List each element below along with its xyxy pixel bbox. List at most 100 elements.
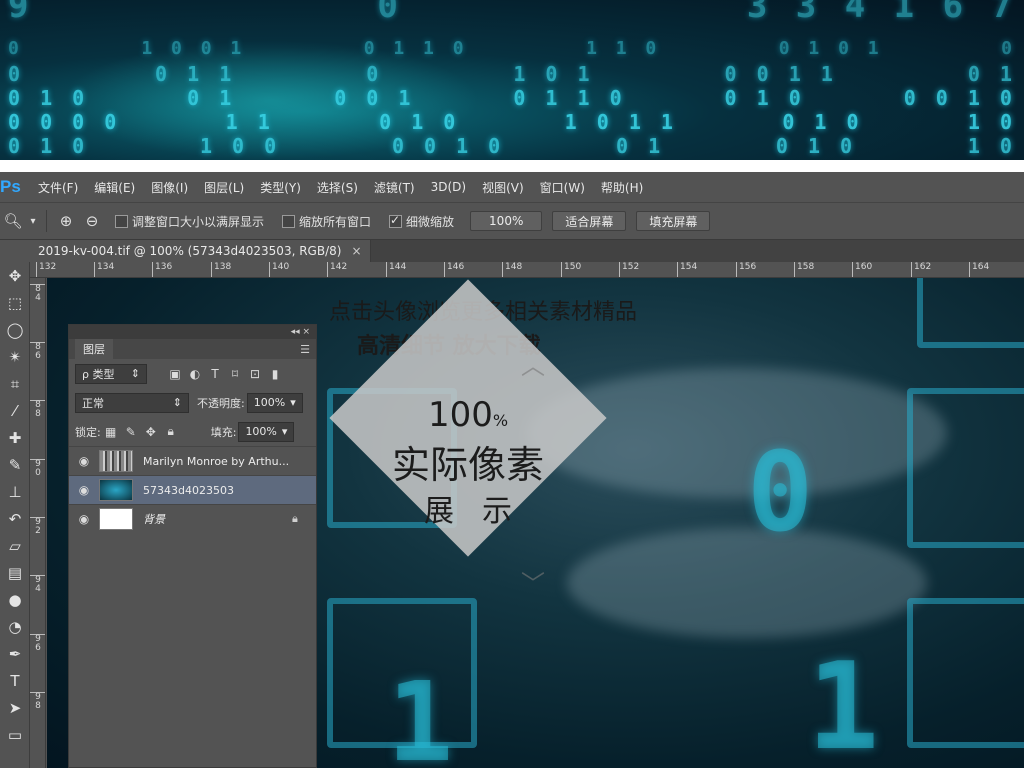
marquee-icon[interactable]: ⬚ (0, 289, 30, 316)
layer-name: 背景 (143, 513, 165, 526)
stamp-icon[interactable]: ⊥ (0, 478, 30, 505)
fit-screen-button[interactable]: 适合屏幕 (552, 211, 627, 231)
layer-filter-dropdown[interactable]: ρ 类型 ⇕ (75, 363, 147, 384)
healing-icon[interactable]: ✚ (0, 424, 30, 451)
chevron-down-icon: ▾ (290, 396, 296, 409)
menu-view[interactable]: 视图(V) (474, 179, 532, 196)
history-brush-icon[interactable]: ↶ (0, 505, 30, 532)
menu-layer[interactable]: 图层(L) (196, 179, 252, 196)
lock-position-icon[interactable]: ✥ (141, 425, 161, 439)
banner-digit: 0 1 1 0 (363, 38, 468, 59)
layer-filter-row: ρ 类型 ⇕ ▣ ◐ T ⌑ ⊡ ▮ (69, 359, 316, 388)
menu-filter[interactable]: 滤镜(T) (366, 179, 423, 196)
eraser-icon[interactable]: ▱ (0, 532, 30, 559)
ruler-tick: 8 6 (30, 342, 45, 361)
layers-panel: ◂◂ × 图层 ☰ ρ 类型 ⇕ ▣ ◐ T ⌑ ⊡ ▮ 正常 ⇕ 不透明度: … (68, 324, 317, 768)
eye-icon[interactable]: ◉ (69, 483, 99, 497)
lock-all-icon[interactable]: 🔒︎ (161, 424, 181, 439)
filter-toggle-icon[interactable]: ▮ (265, 367, 285, 381)
chevron-up-icon: ︿ (521, 352, 545, 380)
panel-controls[interactable]: ◂◂ × (69, 325, 316, 339)
layer-thumbnail (99, 479, 133, 501)
rectangle-icon[interactable]: ▭ (0, 721, 30, 748)
blend-mode-dropdown[interactable]: 正常 ⇕ (75, 392, 189, 413)
banner-digit: 0 1 1 0 (513, 86, 626, 110)
chevron-down-icon: ▾ (281, 425, 288, 438)
menu-select[interactable]: 选择(S) (309, 179, 366, 196)
eyedropper-icon[interactable]: ⁄ (0, 397, 30, 424)
smart-object-filter-icon[interactable]: ⊡ (245, 367, 265, 381)
ruler-tick: 134 (94, 262, 114, 277)
panel-menu-icon[interactable]: ☰ (300, 343, 310, 356)
layer-row-background[interactable]: ◉ 背景 🔒︎ (69, 504, 316, 533)
document-tab-title: 2019-kv-004.tif @ 100% (57343d4023503, R… (38, 244, 342, 258)
layer-name: Marilyn Monroe by Arthu... (143, 454, 290, 468)
panel-tab-bar: 图层 ☰ (69, 339, 316, 359)
gradient-icon[interactable]: ▤ (0, 559, 30, 586)
eye-icon[interactable]: ◉ (69, 512, 99, 526)
chevron-down-icon: ﹀ (521, 570, 545, 598)
pen-icon[interactable]: ✒ (0, 640, 30, 667)
banner-digit: 1 0 0 1 (141, 38, 246, 59)
tab-layers[interactable]: 图层 (75, 339, 113, 359)
ruler-tick: 164 (969, 262, 989, 277)
banner-digits-row: 0 1 0 0 1 0 1 1 0 1 1 0 0 1 0 1 0 (0, 38, 1024, 59)
type-filter-icon[interactable]: T (205, 367, 225, 381)
shape-filter-icon[interactable]: ⌑ (225, 367, 245, 381)
path-select-icon[interactable]: ➤ (0, 694, 30, 721)
banner-digit: 3 3 4 1 6 7 (746, 0, 1016, 26)
crop-icon[interactable]: ⌗ (0, 370, 30, 397)
type-icon[interactable]: T (0, 667, 30, 694)
ruler-tick: 9 8 (30, 692, 45, 711)
ruler-tick: 136 (152, 262, 172, 277)
lock-paint-icon[interactable]: ✎ (121, 425, 141, 439)
menu-window[interactable]: 窗口(W) (532, 179, 593, 196)
blur-icon[interactable]: ● (0, 586, 30, 613)
close-icon[interactable]: × (351, 244, 361, 258)
ruler-tick: 9 4 (30, 575, 45, 594)
lock-transparency-icon[interactable]: ▦ (101, 425, 121, 439)
move-icon[interactable]: ✥ (0, 262, 30, 289)
eye-icon[interactable]: ◉ (69, 454, 99, 468)
banner-digit: 0 1 0 (379, 110, 460, 134)
document-tab[interactable]: 2019-kv-004.tif @ 100% (57343d4023503, R… (30, 240, 371, 262)
menu-help[interactable]: 帮助(H) (593, 179, 651, 196)
adjustment-filter-icon[interactable]: ◐ (185, 367, 205, 381)
menu-file[interactable]: 文件(F) (30, 179, 86, 196)
ruler-tick: 146 (444, 262, 464, 277)
banner-digits-row: 0 1 0 1 0 0 0 0 1 0 0 1 0 1 0 1 0 (0, 134, 1024, 158)
ruler-tick: 152 (619, 262, 639, 277)
canvas-digit: 1 (807, 638, 880, 768)
ruler-tick: 9 2 (30, 517, 45, 536)
actual-pixels-button[interactable]: 100% (470, 211, 543, 231)
resize-windows-checkbox[interactable] (115, 214, 128, 228)
zoom-all-windows-checkbox[interactable] (282, 214, 296, 228)
dodge-icon[interactable]: ◔ (0, 613, 30, 640)
banner-digit: 0 1 0 1 (778, 38, 883, 59)
fill-field[interactable]: 100% ▾ (238, 421, 295, 442)
layer-row[interactable]: ◉ Marilyn Monroe by Arthu... (69, 446, 316, 475)
opacity-field[interactable]: 100% ▾ (246, 392, 303, 413)
menu-type[interactable]: 类型(Y) (252, 179, 309, 196)
fill-value: 100% (245, 425, 277, 438)
banner-digit: 1 1 0 (586, 38, 661, 59)
lasso-icon[interactable]: ◯ (0, 316, 30, 343)
pixel-filter-icon[interactable]: ▣ (165, 367, 185, 381)
blend-row: 正常 ⇕ 不透明度: 100% ▾ (69, 388, 316, 417)
banner-digit: 1 0 0 (199, 134, 281, 158)
scrubby-zoom-checkbox[interactable] (389, 213, 403, 228)
banner-digit: 0 1 (967, 62, 1016, 86)
chevron-down-icon[interactable]: ▾ (26, 208, 40, 234)
zoom-out-icon[interactable]: ⊖ (79, 208, 105, 234)
badge-percent-value: 100 (427, 395, 493, 435)
zoom-in-icon[interactable]: ⊕ (53, 208, 79, 234)
menu-edit[interactable]: 编辑(E) (86, 179, 143, 196)
menu-3d[interactable]: 3D(D) (423, 180, 474, 194)
brush-icon[interactable]: ✎ (0, 451, 30, 478)
fill-screen-button[interactable]: 填充屏幕 (636, 211, 711, 231)
ruler-tick: 132 (36, 262, 56, 277)
menu-image[interactable]: 图像(I) (143, 179, 196, 196)
zoom-icon[interactable]: 🔍︎ (0, 208, 26, 234)
magic-wand-icon[interactable]: ✴ (0, 343, 30, 370)
layer-row-selected[interactable]: ◉ 57343d4023503 (69, 475, 316, 504)
